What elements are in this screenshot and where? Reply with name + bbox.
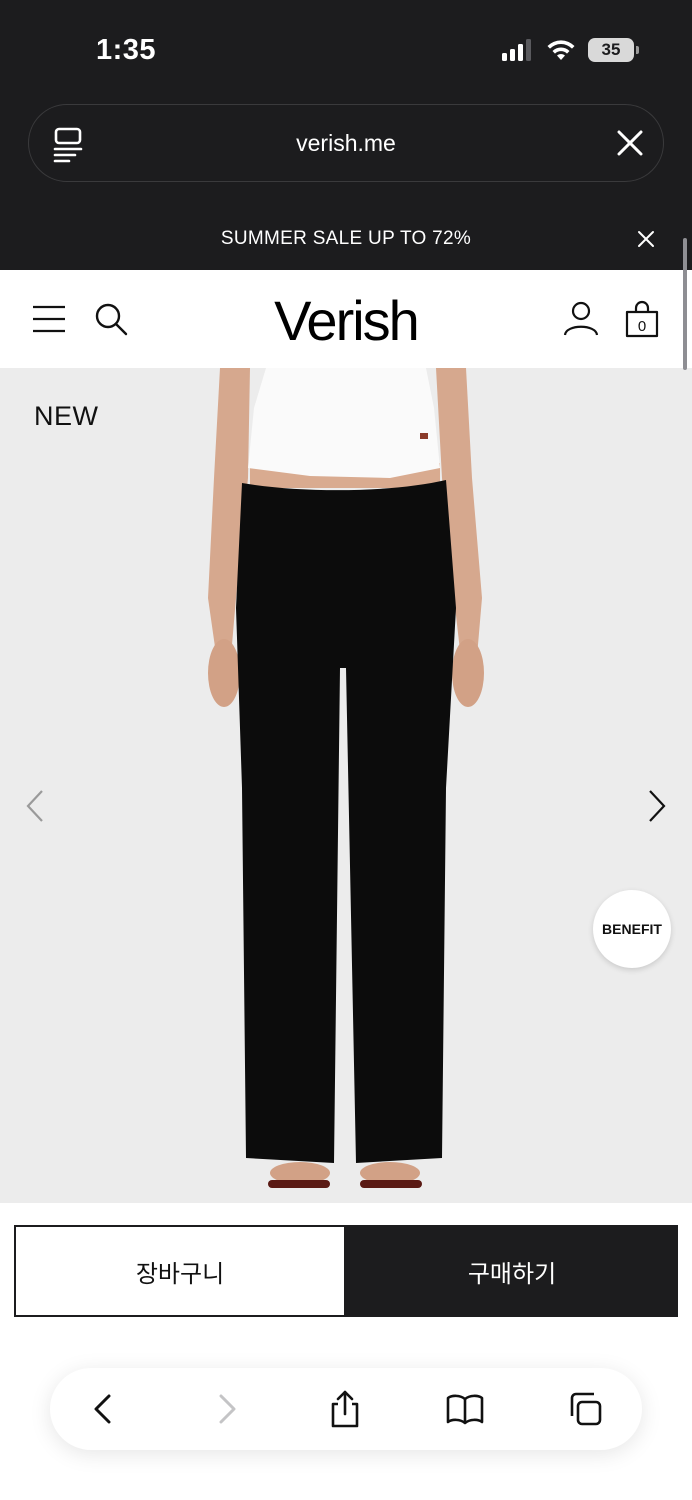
promo-banner: SUMMER SALE UP TO 72%	[0, 206, 692, 270]
forward-icon[interactable]	[208, 1390, 246, 1428]
browser-chrome: 1:35 35 verish.me	[0, 0, 692, 206]
scrollbar[interactable]	[683, 238, 687, 370]
status-time: 1:35	[96, 34, 157, 66]
signal-icon	[502, 39, 531, 61]
browser-toolbar	[50, 1368, 642, 1450]
product-image-carousel[interactable]: NEW BENEFIT	[0, 368, 692, 1203]
account-icon[interactable]	[563, 300, 599, 336]
shopping-bag-icon[interactable]: 0	[624, 300, 660, 338]
cart-count: 0	[638, 318, 646, 335]
chevron-left-icon[interactable]	[22, 788, 48, 824]
url-text[interactable]: verish.me	[29, 130, 663, 157]
new-badge: NEW	[34, 401, 99, 431]
add-to-cart-button[interactable]: 장바구니	[14, 1225, 346, 1317]
promo-text: SUMMER SALE UP TO 72%	[220, 228, 472, 249]
buy-now-button[interactable]: 구매하기	[346, 1225, 678, 1317]
benefit-button[interactable]: BENEFIT	[593, 890, 671, 968]
battery-icon: 35	[588, 38, 639, 62]
back-icon[interactable]	[84, 1390, 122, 1428]
status-icons: 35	[502, 38, 639, 62]
product-photo	[208, 368, 484, 1188]
share-icon[interactable]	[326, 1390, 364, 1428]
site-header: Verish 0	[0, 270, 692, 368]
promo-close-icon[interactable]	[637, 230, 655, 248]
address-bar[interactable]: verish.me	[28, 104, 664, 182]
purchase-actions: 장바구니 구매하기	[14, 1225, 678, 1317]
close-icon[interactable]	[617, 130, 643, 156]
wifi-icon	[547, 40, 575, 60]
chevron-right-icon[interactable]	[644, 788, 670, 824]
tabs-icon[interactable]	[566, 1390, 604, 1428]
bookmarks-icon[interactable]	[446, 1390, 484, 1428]
